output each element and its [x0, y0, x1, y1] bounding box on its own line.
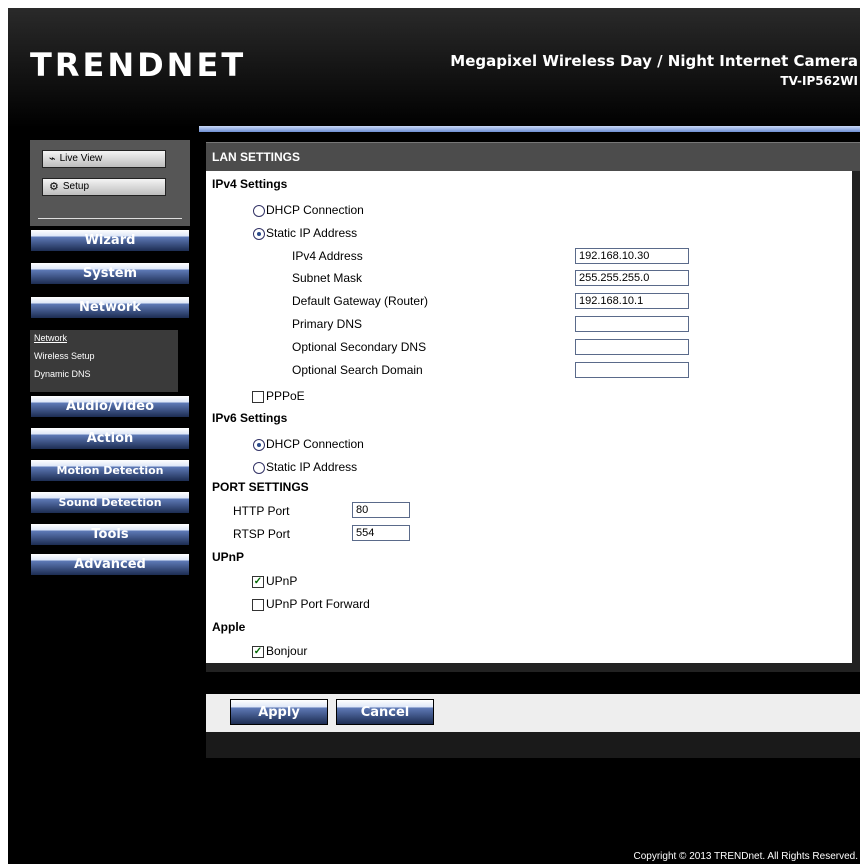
bonjour-checkbox[interactable]: ✓: [252, 646, 264, 658]
gear-icon: ⚙: [49, 181, 59, 193]
subnav-network[interactable]: Network: [30, 330, 178, 348]
port-section-title: PORT SETTINGS: [212, 480, 309, 494]
nav-sound-detection[interactable]: Sound Detection: [30, 491, 190, 514]
ipv6-dhcp-label: DHCP Connection: [266, 437, 364, 451]
primary-dns-input[interactable]: [575, 316, 689, 332]
apply-button[interactable]: Apply: [230, 699, 328, 725]
ipv4-address-input[interactable]: 192.168.10.30: [575, 248, 689, 264]
upnp-section-title: UPnP: [212, 550, 245, 564]
copyright: Copyright © 2013 TRENDnet. All Rights Re…: [633, 851, 858, 862]
divider: [38, 218, 182, 219]
ipv6-dhcp-radio[interactable]: [253, 439, 265, 451]
upnp-label: UPnP: [266, 574, 298, 588]
secondary-dns-input[interactable]: [575, 339, 689, 355]
nav-tools[interactable]: Tools: [30, 523, 190, 546]
nav-network[interactable]: Network: [30, 296, 190, 319]
ipv4-static-radio[interactable]: [253, 228, 265, 240]
ipv4-dhcp-label: DHCP Connection: [266, 203, 364, 217]
subnav-dynamic-dns[interactable]: Dynamic DNS: [30, 366, 178, 384]
page-frame: TRENDNET Megapixel Wireless Day / Night …: [8, 8, 860, 864]
nav-system[interactable]: System: [30, 262, 190, 285]
network-subnav: Network Wireless Setup Dynamic DNS: [30, 330, 178, 392]
ipv4-dhcp-radio[interactable]: [253, 205, 265, 217]
rtsp-port-label: RTSP Port: [233, 527, 290, 541]
primary-dns-label: Primary DNS: [292, 317, 363, 331]
upnp-port-forward-label: UPnP Port Forward: [266, 597, 370, 611]
ipv6-static-radio[interactable]: [253, 462, 265, 474]
default-gateway-label: Default Gateway (Router): [292, 294, 429, 308]
trendnet-logo: TRENDNET: [30, 46, 247, 84]
default-gateway-input[interactable]: 192.168.10.1: [575, 293, 689, 309]
nav-audio-video[interactable]: Audio/Video: [30, 395, 190, 418]
ipv4-address-label: IPv4 Address: [292, 249, 363, 263]
panel-title: LAN SETTINGS: [206, 142, 860, 171]
cancel-button[interactable]: Cancel: [336, 699, 434, 725]
http-port-input[interactable]: 80: [352, 502, 410, 518]
search-domain-label: Optional Search Domain: [292, 363, 423, 377]
nav-wizard[interactable]: Wizard: [30, 229, 190, 252]
lan-settings-panel: LAN SETTINGS IPv4 Settings DHCP Connecti…: [206, 142, 860, 672]
pppoe-checkbox[interactable]: [252, 391, 264, 403]
action-bar-footer: [206, 732, 860, 758]
nav-motion-detection[interactable]: Motion Detection: [30, 459, 190, 482]
upnp-checkbox[interactable]: ✓: [252, 576, 264, 588]
search-domain-input[interactable]: [575, 362, 689, 378]
subnet-mask-label: Subnet Mask: [292, 271, 363, 285]
ipv4-static-label: Static IP Address: [266, 226, 358, 240]
bonjour-label: Bonjour: [266, 644, 308, 658]
action-bar: Apply Cancel: [206, 694, 860, 732]
subnav-wireless-setup[interactable]: Wireless Setup: [30, 348, 178, 366]
product-title: Megapixel Wireless Day / Night Internet …: [450, 52, 858, 70]
accent-bar: [199, 126, 860, 132]
nav-action[interactable]: Action: [30, 427, 190, 450]
nav-advanced[interactable]: Advanced: [30, 553, 190, 576]
setup-button[interactable]: ⚙ Setup: [42, 178, 166, 196]
live-view-button[interactable]: ⌁ Live View: [42, 150, 166, 168]
http-port-label: HTTP Port: [233, 504, 290, 518]
live-view-icon: ⌁: [49, 153, 56, 165]
upnp-port-forward-checkbox[interactable]: [252, 599, 264, 611]
product-model: TV-IP562WI: [780, 74, 858, 88]
view-switcher: ⌁ Live View ⚙ Setup: [30, 140, 190, 226]
pppoe-label: PPPoE: [266, 389, 305, 403]
lan-settings-form: IPv4 Settings DHCP Connection Static IP …: [206, 171, 852, 663]
apple-section-title: Apple: [212, 620, 246, 634]
live-view-label: Live View: [59, 153, 103, 164]
ipv4-section-title: IPv4 Settings: [212, 177, 288, 191]
ipv6-section-title: IPv6 Settings: [212, 411, 288, 425]
header: TRENDNET Megapixel Wireless Day / Night …: [8, 8, 860, 118]
setup-label: Setup: [62, 181, 90, 192]
subnet-mask-input[interactable]: 255.255.255.0: [575, 270, 689, 286]
rtsp-port-input[interactable]: 554: [352, 525, 410, 541]
ipv6-static-label: Static IP Address: [266, 460, 358, 474]
secondary-dns-label: Optional Secondary DNS: [292, 340, 427, 354]
